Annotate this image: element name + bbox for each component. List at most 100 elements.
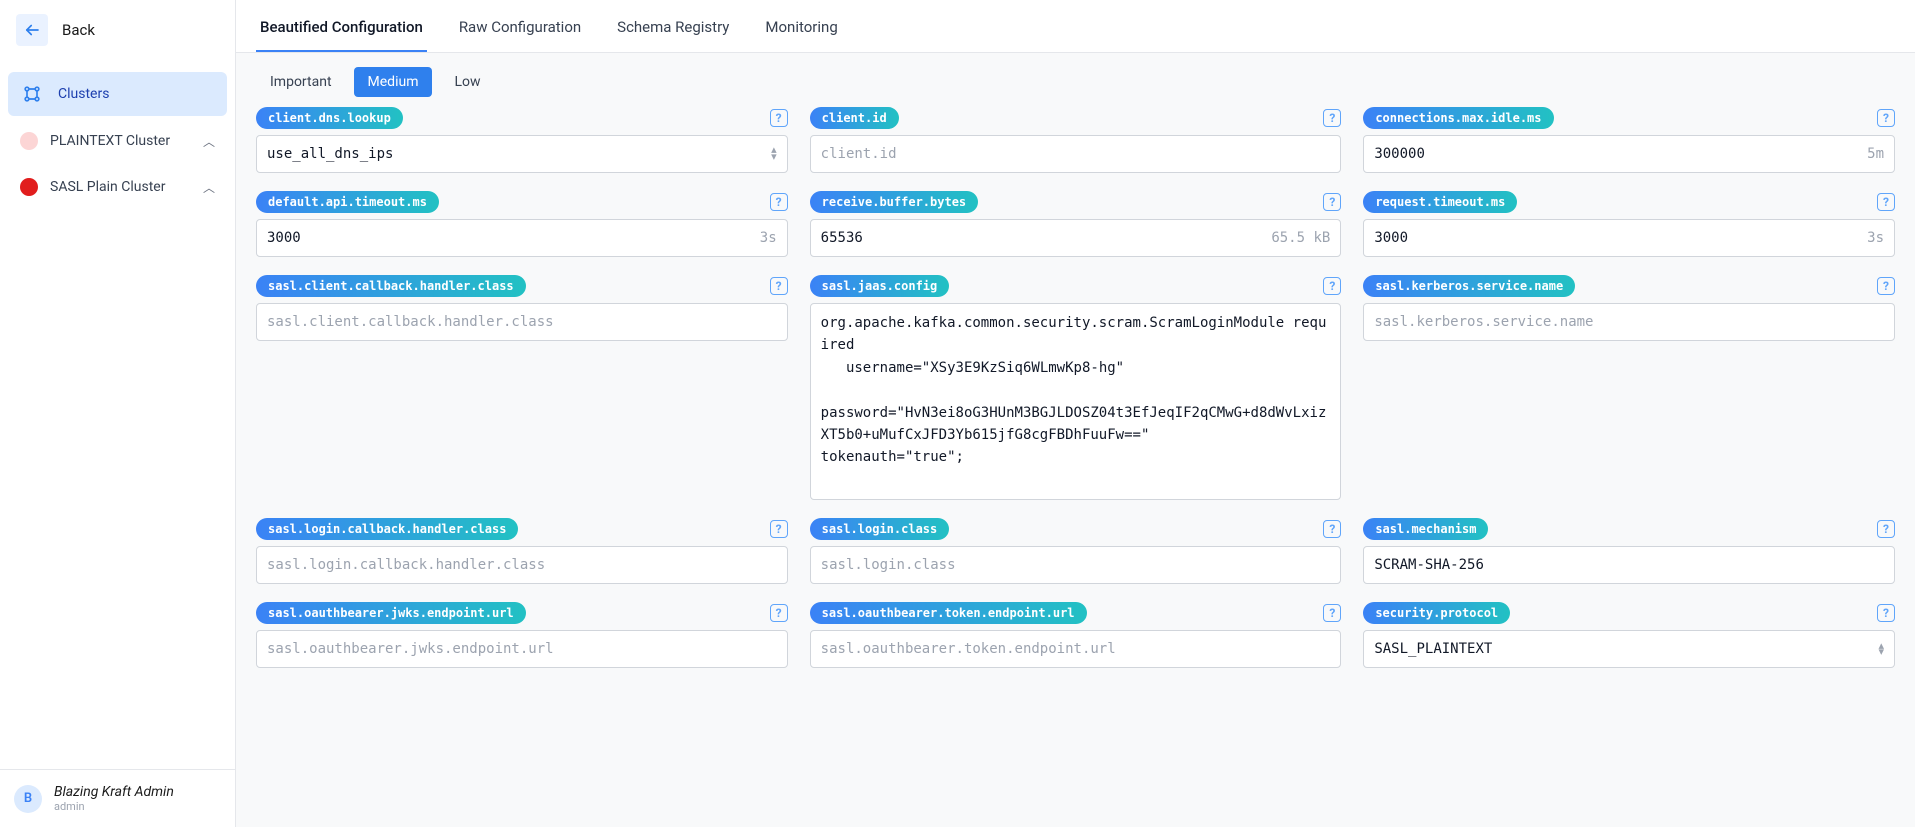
tab-raw-configuration[interactable]: Raw Configuration	[455, 0, 585, 52]
field-input-wrap: ▴▾	[1363, 630, 1895, 668]
field-input[interactable]	[821, 547, 1331, 583]
field-key-pill: security.protocol	[1363, 602, 1510, 624]
help-icon[interactable]: ?	[1877, 193, 1895, 211]
field-key-pill: receive.buffer.bytes	[810, 191, 979, 213]
help-icon[interactable]: ?	[1877, 520, 1895, 538]
field-input[interactable]	[1374, 220, 1859, 256]
sidebar-footer: B Blazing Kraft Admin admin	[0, 769, 235, 827]
help-icon[interactable]: ?	[770, 604, 788, 622]
field-input[interactable]	[267, 220, 752, 256]
chevron-up-icon: ︿	[203, 133, 215, 150]
field-key-pill: sasl.jaas.config	[810, 275, 950, 297]
help-icon[interactable]: ?	[1877, 604, 1895, 622]
field-input-wrap	[810, 546, 1342, 584]
config-field: sasl.login.class?	[810, 518, 1342, 584]
field-input[interactable]	[1374, 547, 1884, 583]
tab-beautified-configuration[interactable]: Beautified Configuration	[256, 0, 427, 52]
field-input-wrap: 3s	[256, 219, 788, 257]
user-name: Blazing Kraft Admin	[54, 784, 174, 800]
field-select[interactable]	[267, 136, 765, 172]
help-icon[interactable]: ?	[770, 277, 788, 295]
config-field: sasl.oauthbearer.token.endpoint.url?	[810, 602, 1342, 668]
field-key-pill: sasl.oauthbearer.token.endpoint.url	[810, 602, 1087, 624]
user-sub: admin	[54, 800, 174, 813]
field-suffix: 5m	[1867, 146, 1884, 162]
subtab-important[interactable]: Important	[256, 67, 346, 97]
field-input[interactable]	[1374, 136, 1859, 172]
help-icon[interactable]: ?	[770, 520, 788, 538]
field-suffix: 65.5 kB	[1271, 230, 1330, 246]
field-key-pill: request.timeout.ms	[1363, 191, 1517, 213]
field-input[interactable]	[821, 631, 1331, 667]
field-input-wrap: ▴▾	[256, 135, 788, 173]
field-head: sasl.login.callback.handler.class?	[256, 518, 788, 540]
field-key-pill: sasl.login.class	[810, 518, 950, 540]
back-button[interactable]: Back	[0, 0, 235, 64]
config-field: client.dns.lookup? ▴▾	[256, 107, 788, 173]
field-head: sasl.client.callback.handler.class?	[256, 275, 788, 297]
tab-monitoring[interactable]: Monitoring	[761, 0, 841, 52]
field-input[interactable]	[267, 304, 777, 340]
field-input-wrap	[810, 135, 1342, 173]
chevron-updown-icon: ▴▾	[771, 147, 777, 160]
sidebar-cluster-plaintext[interactable]: PLAINTEXT Cluster ︿	[8, 120, 227, 162]
field-key-pill: client.id	[810, 107, 899, 129]
config-content: client.dns.lookup? ▴▾ client.id? connection…	[236, 107, 1915, 827]
field-input-wrap	[1363, 546, 1895, 584]
field-key-pill: connections.max.idle.ms	[1363, 107, 1553, 129]
config-field: receive.buffer.bytes? 65.5 kB	[810, 191, 1342, 257]
help-icon[interactable]: ?	[770, 193, 788, 211]
status-dot-icon	[20, 132, 38, 150]
chevron-updown-icon: ▴▾	[1878, 643, 1884, 656]
subtabs: Important Medium Low	[236, 53, 1915, 107]
help-icon[interactable]: ?	[1877, 109, 1895, 127]
help-icon[interactable]: ?	[1877, 277, 1895, 295]
field-input[interactable]	[821, 136, 1331, 172]
field-key-pill: sasl.mechanism	[1363, 518, 1488, 540]
config-field: sasl.mechanism?	[1363, 518, 1895, 584]
config-field: request.timeout.ms? 3s	[1363, 191, 1895, 257]
field-input-wrap: 5m	[1363, 135, 1895, 173]
help-icon[interactable]: ?	[1323, 109, 1341, 127]
field-key-pill: sasl.oauthbearer.jwks.endpoint.url	[256, 602, 526, 624]
subtab-low[interactable]: Low	[440, 67, 494, 97]
field-input-wrap	[810, 630, 1342, 668]
chevron-up-icon: ︿	[203, 179, 215, 196]
field-head: sasl.mechanism?	[1363, 518, 1895, 540]
config-field: sasl.login.callback.handler.class?	[256, 518, 788, 584]
avatar[interactable]: B	[14, 785, 42, 813]
clusters-icon	[20, 82, 44, 106]
field-suffix: 3s	[760, 230, 777, 246]
field-key-pill: client.dns.lookup	[256, 107, 403, 129]
fields-grid: client.dns.lookup? ▴▾ client.id? connection…	[256, 107, 1895, 668]
field-input-wrap: 3s	[1363, 219, 1895, 257]
field-input[interactable]	[1374, 304, 1884, 340]
sidebar-cluster-sasl[interactable]: SASL Plain Cluster ︿	[8, 166, 227, 208]
field-head: sasl.oauthbearer.token.endpoint.url?	[810, 602, 1342, 624]
tabs: Beautified Configuration Raw Configurati…	[236, 0, 1915, 53]
cluster-label: PLAINTEXT Cluster	[50, 133, 191, 149]
help-icon[interactable]: ?	[1323, 277, 1341, 295]
help-icon[interactable]: ?	[1323, 520, 1341, 538]
config-field: sasl.kerberos.service.name?	[1363, 275, 1895, 500]
cluster-label: SASL Plain Cluster	[50, 179, 191, 195]
tab-schema-registry[interactable]: Schema Registry	[613, 0, 733, 52]
field-head: sasl.login.class?	[810, 518, 1342, 540]
field-key-pill: sasl.kerberos.service.name	[1363, 275, 1575, 297]
help-icon[interactable]: ?	[1323, 193, 1341, 211]
field-head: client.id?	[810, 107, 1342, 129]
field-head: sasl.kerberos.service.name?	[1363, 275, 1895, 297]
sidebar-item-clusters[interactable]: Clusters	[8, 72, 227, 116]
subtab-medium[interactable]: Medium	[354, 67, 433, 97]
config-field: sasl.oauthbearer.jwks.endpoint.url?	[256, 602, 788, 668]
config-field: sasl.jaas.config?	[810, 275, 1342, 500]
field-head: default.api.timeout.ms?	[256, 191, 788, 213]
field-textarea[interactable]	[821, 304, 1331, 499]
help-icon[interactable]: ?	[1323, 604, 1341, 622]
field-key-pill: sasl.login.callback.handler.class	[256, 518, 518, 540]
field-select[interactable]	[1374, 631, 1872, 667]
field-input[interactable]	[267, 631, 777, 667]
field-input[interactable]	[267, 547, 777, 583]
help-icon[interactable]: ?	[770, 109, 788, 127]
field-input[interactable]	[821, 220, 1264, 256]
